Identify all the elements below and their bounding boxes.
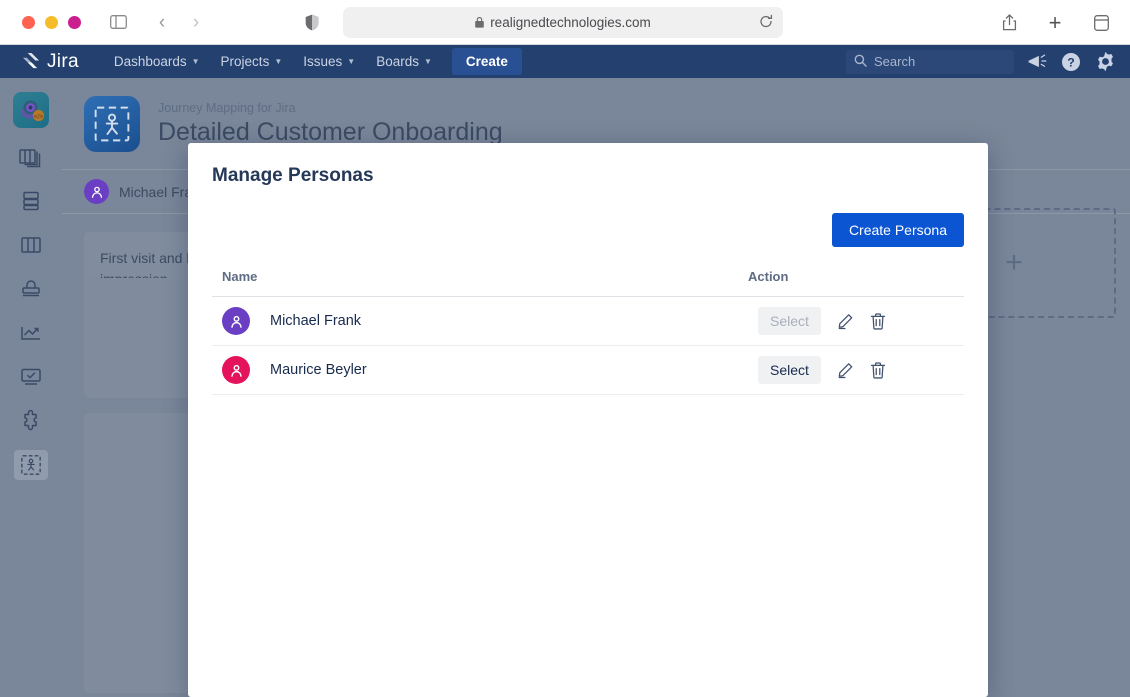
search-icon: [854, 54, 867, 70]
nav-item-issues[interactable]: Issues ▼: [294, 49, 364, 74]
table-header-row: Name Action: [212, 269, 964, 297]
browser-right-actions: +: [996, 0, 1114, 45]
avatar: [84, 179, 109, 204]
reload-icon[interactable]: [759, 14, 773, 31]
gear-icon[interactable]: [1095, 51, 1116, 72]
new-tab-button[interactable]: +: [1042, 10, 1068, 36]
maximize-window-button[interactable]: [68, 15, 81, 29]
plus-icon: +: [1048, 9, 1062, 35]
sidebar-toggle-icon[interactable]: [105, 9, 131, 35]
select-persona-button[interactable]: Select: [758, 307, 821, 335]
rail-item-database[interactable]: [14, 186, 48, 216]
rail-item-reports[interactable]: [14, 318, 48, 348]
persona-action-cell: Select: [744, 296, 964, 346]
active-persona-name: Michael Fra: [119, 183, 193, 200]
close-window-button[interactable]: [22, 15, 35, 29]
nav-item-issues-label: Issues: [303, 54, 343, 69]
jira-nav-right: Search ?: [846, 45, 1116, 78]
journey-mapping-project-icon: [84, 95, 140, 152]
persona-name-cell: Maurice Beyler: [212, 345, 744, 395]
chevron-down-icon: ▼: [347, 57, 356, 66]
pencil-icon[interactable]: [837, 313, 854, 330]
share-icon[interactable]: [996, 10, 1022, 36]
forward-button[interactable]: ›: [183, 9, 209, 35]
persona-action-cell: Select: [744, 345, 964, 395]
url-bar[interactable]: realignedtechnologies.com: [343, 7, 783, 38]
jira-top-nav: Jira Dashboards ▼ Projects ▼ Issues ▼ Bo…: [0, 45, 1130, 78]
persona-name-cell: Michael Frank: [212, 296, 744, 346]
nav-item-boards-label: Boards: [376, 54, 419, 69]
url-text: realignedtechnologies.com: [490, 15, 651, 30]
nav-item-projects-label: Projects: [220, 54, 270, 69]
persona-name: Maurice Beyler: [270, 362, 367, 378]
column-header-action: Action: [744, 269, 964, 297]
manage-personas-modal: Manage Personas Create Persona Name Acti…: [188, 143, 988, 697]
jira-nav-items: Dashboards ▼ Projects ▼ Issues ▼ Boards …: [105, 48, 522, 75]
forward-chevron-icon: ›: [192, 11, 200, 33]
shield-icon[interactable]: [299, 9, 325, 35]
svg-text:?: ?: [1067, 55, 1074, 69]
rail-item-addons[interactable]: [14, 406, 48, 436]
project-app-name: Journey Mapping for Jira: [158, 100, 296, 115]
persona-name: Michael Frank: [270, 313, 362, 329]
journey-mapping-app-icon[interactable]: </>: [13, 92, 49, 128]
jira-logo[interactable]: Jira: [22, 51, 79, 73]
avatar: [222, 356, 250, 384]
nav-item-projects[interactable]: Projects ▼: [212, 49, 292, 74]
plus-icon: +: [1005, 246, 1023, 279]
table-row: Maurice Beyler Select: [212, 345, 964, 395]
rail-item-deploy[interactable]: [14, 274, 48, 304]
navigation-arrows: ‹ ›: [149, 9, 209, 35]
svg-text:</>: </>: [34, 114, 44, 121]
search-input[interactable]: Search: [846, 49, 1014, 74]
rail-item-journey-mapping[interactable]: [14, 450, 48, 480]
app-rail: </>: [0, 78, 62, 697]
nav-item-dashboards-label: Dashboards: [113, 54, 187, 69]
select-persona-button[interactable]: Select: [758, 356, 821, 384]
lock-icon: [475, 17, 484, 28]
rail-item-board[interactable]: [14, 230, 48, 260]
tabs-overview-icon[interactable]: [1088, 10, 1114, 36]
personas-table: Name Action Michael Frank Select Maurice…: [212, 269, 964, 395]
table-row: Michael Frank Select: [212, 296, 964, 346]
column-header-name: Name: [212, 269, 744, 297]
avatar: [222, 307, 250, 335]
browser-toolbar: ‹ › realignedtechnologies.com +: [0, 0, 1130, 45]
modal-action-bar: Create Persona: [212, 213, 964, 247]
trash-icon[interactable]: [870, 312, 886, 330]
pencil-icon[interactable]: [837, 362, 854, 379]
back-chevron-icon: ‹: [158, 11, 166, 33]
chevron-down-icon: ▼: [191, 57, 200, 66]
rail-item-backlog[interactable]: [14, 142, 48, 172]
create-button[interactable]: Create: [451, 48, 522, 75]
chevron-down-icon: ▼: [423, 57, 432, 66]
minimize-window-button[interactable]: [45, 15, 58, 29]
window-traffic-lights: [22, 15, 81, 29]
megaphone-icon[interactable]: [1028, 53, 1047, 70]
help-circle-icon[interactable]: ?: [1061, 52, 1081, 72]
chevron-down-icon: ▼: [274, 57, 283, 66]
jira-logo-text: Jira: [47, 50, 79, 72]
create-persona-button[interactable]: Create Persona: [831, 213, 964, 247]
back-button[interactable]: ‹: [149, 9, 175, 35]
search-placeholder: Search: [874, 54, 916, 69]
trash-icon[interactable]: [870, 361, 886, 379]
modal-title: Manage Personas: [212, 165, 374, 186]
nav-item-dashboards[interactable]: Dashboards ▼: [105, 49, 209, 74]
rail-item-tests[interactable]: [14, 362, 48, 392]
nav-item-boards[interactable]: Boards ▼: [367, 49, 441, 74]
